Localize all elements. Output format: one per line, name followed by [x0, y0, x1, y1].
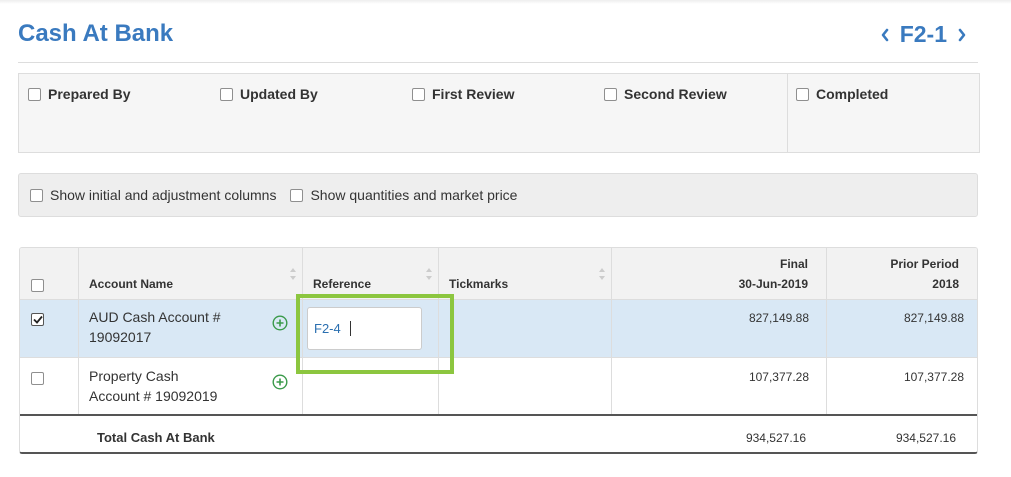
prior-amount: 107,377.28: [903, 370, 964, 384]
total-divider: [20, 414, 977, 416]
column-divider: [78, 248, 79, 414]
column-divider: [611, 248, 612, 414]
select-all-checkbox[interactable]: [31, 279, 44, 292]
header-final-date: 30-Jun-2019: [738, 277, 808, 291]
checkbox-box[interactable]: [290, 188, 304, 202]
first-review-label: First Review: [432, 86, 515, 102]
add-reference-icon[interactable]: [272, 315, 288, 331]
chevron-left-icon[interactable]: [876, 24, 894, 46]
header-divider: [18, 62, 978, 63]
row-divider: [20, 299, 977, 300]
account-name-line1: AUD Cash Account #: [89, 309, 221, 325]
prior-amount: 827,149.88: [903, 311, 964, 325]
show-quantities-label: Show quantities and market price: [310, 187, 518, 203]
second-review-label: Second Review: [624, 86, 727, 102]
checkmark-icon: [32, 315, 43, 324]
checkbox-box[interactable]: [30, 188, 43, 202]
header-tickmarks[interactable]: Tickmarks: [449, 277, 508, 291]
updated-by-label: Updated By: [240, 86, 318, 102]
text-cursor: [349, 321, 351, 336]
account-name-line2: 19092017: [89, 329, 152, 345]
column-divider: [438, 248, 439, 414]
show-quantities-option[interactable]: Show quantities and market price: [290, 187, 517, 203]
checkbox-box[interactable]: [604, 87, 617, 101]
accounts-table: Account Name Reference Tickmarks Final 3…: [19, 247, 978, 454]
sort-icon[interactable]: [289, 267, 297, 281]
total-label: Total Cash At Bank: [97, 430, 215, 445]
updated-by-checkbox[interactable]: Updated By: [220, 86, 318, 102]
display-options-bar: Show initial and adjustment columns Show…: [18, 173, 978, 217]
reference-input[interactable]: F2-4: [307, 307, 422, 350]
checkbox-box[interactable]: [796, 87, 809, 101]
header-reference[interactable]: Reference: [313, 277, 371, 291]
account-name-line2: Account # 19092019: [89, 388, 218, 404]
workpaper-navigation: F2-1: [876, 21, 971, 48]
top-shadow: [0, 0, 1011, 4]
review-divider: [787, 74, 788, 152]
chevron-right-icon[interactable]: [953, 24, 971, 46]
workpaper-code: F2-1: [899, 21, 947, 47]
final-amount: 107,377.28: [748, 370, 809, 384]
second-review-checkbox[interactable]: Second Review: [604, 86, 727, 102]
account-name-line1: Property Cash: [89, 368, 179, 384]
prepared-by-checkbox[interactable]: Prepared By: [28, 86, 130, 102]
first-review-checkbox[interactable]: First Review: [412, 86, 514, 102]
total-final-amount: 934,527.16: [745, 431, 806, 445]
row-checkbox[interactable]: [31, 313, 44, 326]
header-final: Final: [779, 257, 808, 271]
checkbox-box[interactable]: [28, 87, 41, 101]
completed-label: Completed: [816, 86, 889, 102]
total-prior-amount: 934,527.16: [895, 431, 956, 445]
header-prior-year: 2018: [932, 277, 959, 291]
header-account-name[interactable]: Account Name: [89, 277, 173, 291]
row-divider: [20, 357, 977, 358]
page-title: Cash At Bank: [18, 20, 174, 47]
sort-icon[interactable]: [425, 267, 433, 281]
checkbox-box[interactable]: [220, 87, 233, 101]
column-divider: [826, 248, 827, 414]
final-amount: 827,149.88: [748, 311, 809, 325]
reference-input-value: F2-4: [314, 321, 341, 336]
review-signoff-panel: Prepared By Updated By First Review Seco…: [18, 73, 980, 153]
checkbox-box[interactable]: [412, 87, 425, 101]
sort-icon[interactable]: [598, 267, 606, 281]
header-prior-period: Prior Period: [890, 257, 959, 271]
show-initial-adjustment-option[interactable]: Show initial and adjustment columns: [30, 187, 276, 203]
row-checkbox[interactable]: [31, 372, 44, 385]
prepared-by-label: Prepared By: [48, 86, 131, 102]
completed-checkbox[interactable]: Completed: [796, 86, 888, 102]
table-header: [20, 248, 977, 299]
add-reference-icon[interactable]: [272, 374, 288, 390]
column-divider: [302, 248, 303, 414]
show-initial-adjustment-label: Show initial and adjustment columns: [50, 187, 277, 203]
